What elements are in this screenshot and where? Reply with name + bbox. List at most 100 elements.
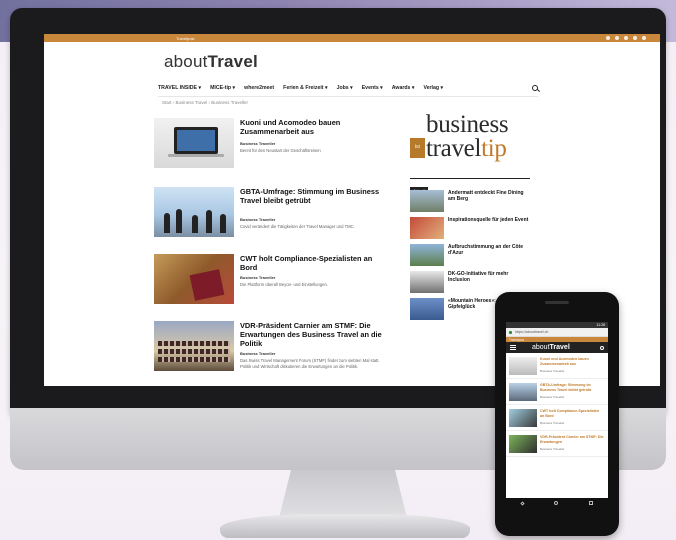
person-silhouette (192, 215, 198, 233)
logo-bold: Travel (207, 52, 258, 71)
menu-icon[interactable] (510, 345, 516, 350)
sidebar-thumbnail[interactable] (410, 217, 444, 239)
phone-article[interactable]: VDR-Präsident Carnier am STMF: Die Erwar… (506, 431, 608, 457)
search-icon[interactable] (600, 345, 604, 350)
phone-article-thumbnail[interactable] (509, 357, 537, 375)
sidebar-thumbnail[interactable] (410, 271, 444, 293)
phone-logo-light: about (532, 344, 550, 351)
sidebar-item-title[interactable]: Aufbruchstimmung an der Côte d'Azur (448, 244, 530, 257)
smartphone: 11:28 https://abouttravel.ch Travelpost … (495, 292, 619, 536)
social-icons (606, 36, 646, 40)
facebook-icon[interactable] (606, 36, 610, 40)
linkedin-icon[interactable] (624, 36, 628, 40)
nav-item-awards[interactable]: Awards ▾ (392, 85, 415, 91)
phone-logo[interactable]: aboutTravel (532, 344, 570, 351)
site-topbar: Travelpost (44, 34, 660, 42)
phone-article-title[interactable]: GBTA-Umfrage: Stimmung im Business Trave… (540, 383, 604, 392)
phone-article[interactable]: Kuoni und Acomodeo bauen Zusammenarbeit … (506, 353, 608, 379)
sidebar-item[interactable]: Aufbruchstimmung an der Côte d'Azur (410, 244, 530, 270)
sidebar-item-title[interactable]: Andermatt entdeckt Fine Dining am Berg (448, 190, 530, 203)
phone-topbar-link[interactable]: Travelpost (509, 338, 524, 342)
nav-item-mice-tip[interactable]: MICE-tip ▾ (210, 85, 235, 91)
person-silhouette (206, 210, 212, 233)
article-thumbnail[interactable] (154, 321, 234, 371)
sidebar-thumbnail[interactable] (410, 244, 444, 266)
audience-row (158, 349, 230, 354)
phone-article-thumbnail[interactable] (509, 383, 537, 401)
article-author[interactable]: Business Traveller (240, 141, 275, 146)
article-excerpt: Bereit für den Neustart der Geschäftsrei… (240, 148, 321, 153)
nav-item-events[interactable]: Events ▾ (362, 85, 383, 91)
article-title[interactable]: Kuoni und Acomodeo bauen Zusammenarbeit … (240, 118, 390, 136)
youtube-icon[interactable] (642, 36, 646, 40)
article-card[interactable]: VDR-Präsident Carnier am STMF: Die Erwar… (154, 321, 389, 381)
phone-article-title[interactable]: Kuoni und Acomodeo bauen Zusammenarbeit … (540, 357, 604, 366)
phone-url-bar[interactable]: https://abouttravel.ch (506, 328, 608, 337)
topbar-link[interactable]: Travelpost (176, 36, 195, 41)
phone-article-thumbnail[interactable] (509, 409, 537, 427)
laptop-image (174, 127, 218, 154)
nav-item-travel-inside[interactable]: TRAVEL INSIDE ▾ (158, 85, 201, 91)
article-excerpt: Covid verändert die Tätigkeiten der Trav… (240, 224, 355, 229)
logo-tip: tip (481, 135, 507, 162)
phone-article-author: Business Traveller (540, 421, 565, 425)
article-card[interactable]: Kuoni und Acomodeo bauen Zusammenarbeit … (154, 118, 389, 178)
article-title[interactable]: VDR-Präsident Carnier am STMF: Die Erwar… (240, 321, 390, 348)
sidebar-item[interactable]: Andermatt entdeckt Fine Dining am Berg (410, 190, 530, 216)
site-logo[interactable]: aboutTravel (164, 52, 258, 72)
phone-header: aboutTravel (506, 342, 608, 353)
sidebar-item-title[interactable]: DK-GO-Initiative für mehr Inclusion (448, 271, 530, 284)
laptop-base-image (168, 154, 224, 157)
instagram-icon[interactable] (615, 36, 619, 40)
article-title[interactable]: GBTA-Umfrage: Stimmung im Business Trave… (240, 187, 390, 205)
phone-time: 11:28 (596, 323, 606, 327)
article-thumbnail[interactable] (154, 118, 234, 168)
phone-article-author: Business Traveller (540, 369, 565, 373)
recents-icon[interactable] (588, 501, 593, 505)
nav-item-jobs[interactable]: Jobs ▾ (337, 85, 353, 91)
article-author[interactable]: Business Traveller (240, 351, 275, 356)
phone-url[interactable]: https://abouttravel.ch (515, 330, 548, 334)
passport-image (189, 269, 225, 301)
phone-article-title[interactable]: VDR-Präsident Carnier am STMF: Die Erwar… (540, 435, 604, 444)
phone-speaker (545, 301, 569, 304)
sidebar: btt business traveltip Aktuell Andermatt… (410, 112, 530, 320)
breadcrumb[interactable]: Start › Business Travel › Business Trave… (162, 100, 248, 105)
phone-article-author: Business Traveller (540, 447, 565, 451)
twitter-icon[interactable] (633, 36, 637, 40)
phone-article-title[interactable]: CWT holt Compliance-Spezialisten an Bord (540, 409, 604, 418)
phone-nav-bar (506, 498, 608, 508)
sidebar-thumbnail[interactable] (410, 190, 444, 212)
phone-screen: 11:28 https://abouttravel.ch Travelpost … (506, 322, 608, 508)
home-icon[interactable] (554, 501, 559, 505)
article-excerpt: Die Plattform überall Beyon- und Einstel… (240, 282, 328, 287)
btt-badge: btt (410, 138, 425, 158)
search-icon[interactable] (532, 85, 538, 91)
back-icon[interactable] (520, 500, 525, 506)
nav-divider (158, 96, 538, 97)
nav-item-ferien-freizeit[interactable]: Ferien & Freizeit ▾ (283, 85, 327, 91)
sidebar-item[interactable]: Inspirationsquelle für jeden Event (410, 217, 530, 243)
phone-article-author: Business Traveller (540, 395, 565, 399)
article-thumbnail[interactable] (154, 187, 234, 237)
logo-travel: travel (426, 135, 482, 162)
business-traveltip-logo[interactable]: btt business traveltip (410, 112, 530, 164)
article-title[interactable]: CWT holt Compliance-Spezialisten an Bord (240, 254, 390, 272)
phone-article[interactable]: GBTA-Umfrage: Stimmung im Business Trave… (506, 379, 608, 405)
phone-article-thumbnail[interactable] (509, 435, 537, 453)
sidebar-thumbnail[interactable] (410, 298, 444, 320)
sidebar-item-title[interactable]: Inspirationsquelle für jeden Event (448, 217, 530, 223)
audience-row (158, 357, 230, 362)
phone-article[interactable]: CWT holt Compliance-Spezialisten an Bord… (506, 405, 608, 431)
sidebar-section-label: Aktuell (410, 178, 530, 194)
audience-row (158, 341, 230, 346)
article-card[interactable]: GBTA-Umfrage: Stimmung im Business Trave… (154, 187, 389, 247)
nav-item-verlag[interactable]: Verlag ▾ (423, 85, 443, 91)
monitor-stand (220, 514, 470, 538)
article-author[interactable]: Business Traveller (240, 217, 275, 222)
article-author[interactable]: Business Traveller (240, 275, 275, 280)
article-card[interactable]: CWT holt Compliance-Spezialisten an Bord… (154, 254, 389, 314)
lock-icon (509, 330, 512, 334)
nav-item-where2meet[interactable]: where2meet (244, 85, 274, 91)
article-thumbnail[interactable] (154, 254, 234, 304)
